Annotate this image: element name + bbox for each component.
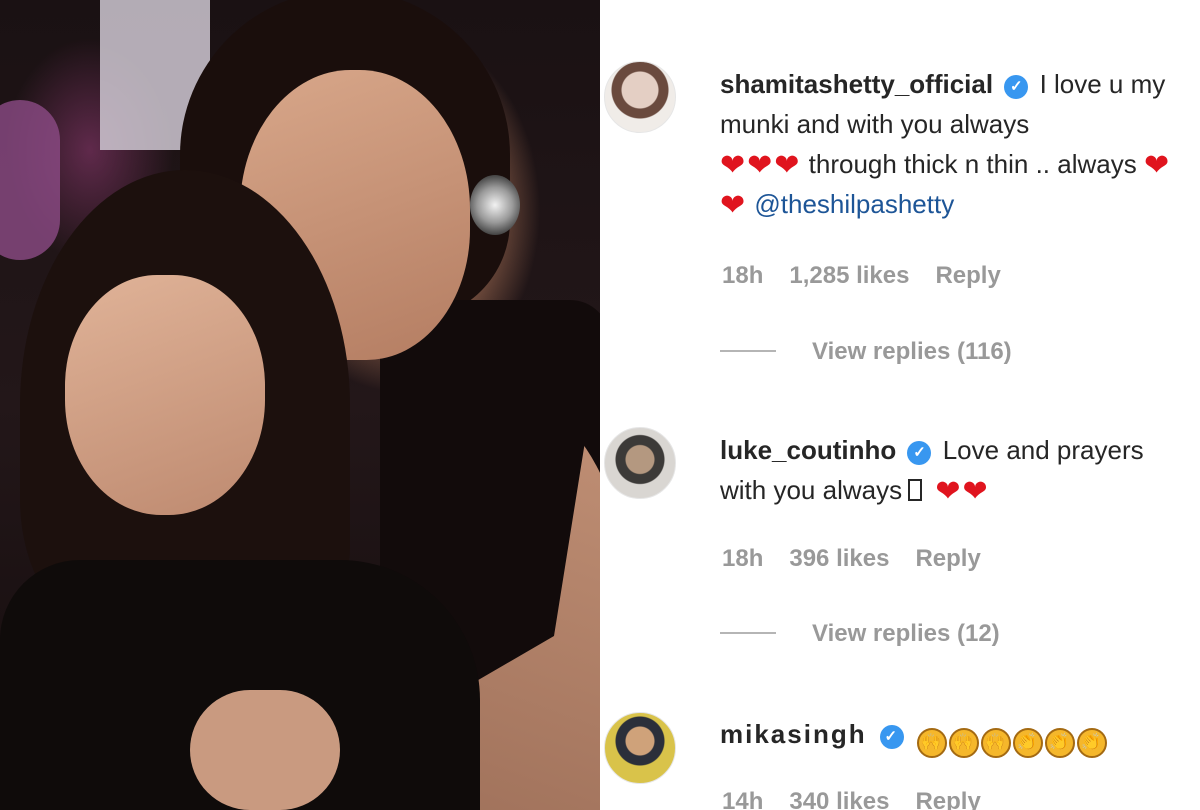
background-figure: [0, 100, 60, 260]
view-replies-label: View replies (116): [812, 338, 1012, 365]
divider: [720, 350, 776, 352]
verified-badge-icon: ✓: [879, 725, 904, 749]
reply-button[interactable]: Reply: [915, 788, 980, 810]
verified-badge-icon: ✓: [907, 441, 932, 465]
comment-time: 18h: [722, 262, 764, 289]
view-replies-button[interactable]: View replies (12): [720, 620, 1000, 648]
heart-icon: ❤: [962, 475, 988, 508]
comment-username[interactable]: mikasingh: [720, 719, 867, 749]
comment-likes[interactable]: 1,285 likes: [789, 262, 909, 289]
clap-hands-icon: 👏: [1045, 728, 1076, 758]
divider: [720, 632, 776, 634]
heart-icon: ❤: [935, 475, 961, 508]
heart-icon: ❤: [720, 189, 746, 222]
view-replies-label: View replies (12): [812, 620, 1000, 647]
missing-glyph-icon: [908, 479, 923, 501]
comment: mikasingh ✓ 🙌 🙌 🙌 👏 👏 👏: [720, 714, 1190, 758]
clap-hands-icon: 👏: [1013, 728, 1044, 758]
comment-meta: 18h 396 likes Reply: [722, 545, 1007, 573]
comment-time: 14h: [722, 788, 764, 810]
heart-icon: ❤: [747, 149, 773, 182]
comment-likes[interactable]: 340 likes: [789, 788, 889, 810]
view-replies-button[interactable]: View replies (116): [720, 338, 1012, 366]
comment-username[interactable]: luke_coutinho: [720, 435, 896, 465]
verified-badge-icon: ✓: [1004, 75, 1029, 99]
comment: luke_coutinho ✓ Love and prayers with yo…: [720, 430, 1190, 510]
comment-meta: 18h 1,285 likes Reply: [722, 262, 1027, 290]
pray-hands-icon: 🙌: [949, 728, 980, 758]
woman-left-face: [65, 275, 265, 515]
comment-username[interactable]: shamitashetty_official: [720, 69, 993, 99]
clap-hands-icon: 👏: [1077, 728, 1108, 758]
hands: [190, 690, 340, 810]
heart-icon: ❤: [774, 149, 800, 182]
comment-likes[interactable]: 396 likes: [789, 545, 889, 572]
post-photo[interactable]: [0, 0, 600, 810]
reply-button[interactable]: Reply: [935, 262, 1000, 289]
comment: shamitashetty_official ✓ I love u my mun…: [720, 64, 1190, 224]
pray-hands-icon: 🙌: [981, 728, 1012, 758]
comment-meta: 14h 340 likes Reply: [722, 788, 1007, 810]
heart-icon: ❤: [1143, 149, 1170, 182]
comment-text: through thick n thin .. always: [808, 149, 1137, 179]
reply-button[interactable]: Reply: [915, 545, 980, 572]
earring: [470, 175, 520, 235]
avatar[interactable]: [604, 712, 676, 784]
mention-link[interactable]: @theshilpashetty: [754, 189, 954, 219]
avatar[interactable]: [604, 61, 676, 133]
avatar[interactable]: [604, 427, 676, 499]
comment-time: 18h: [722, 545, 764, 572]
heart-icon: ❤: [720, 149, 746, 182]
pray-hands-icon: 🙌: [917, 728, 948, 758]
